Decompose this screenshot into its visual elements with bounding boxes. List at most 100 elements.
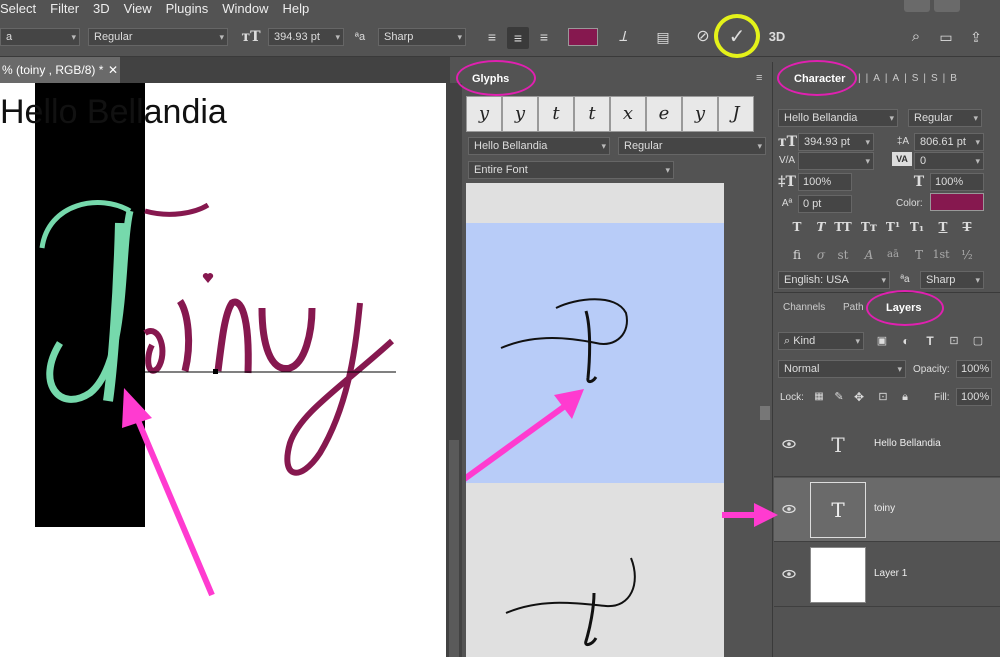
lock-position-icon[interactable]: ✥ (852, 388, 866, 406)
char-color-swatch[interactable] (930, 193, 984, 211)
type-filter-icon[interactable]: T (922, 332, 938, 350)
faux-italic-button[interactable]: T (812, 218, 830, 236)
text-color-swatch[interactable] (568, 28, 598, 46)
eye-icon[interactable] (782, 567, 796, 581)
char-style-dropdown[interactable]: Regular ▾ (908, 109, 982, 127)
eye-icon[interactable] (782, 502, 796, 516)
lock-transparent-icon[interactable]: ▦ (812, 388, 826, 406)
char-vscale-field[interactable]: 100% (798, 173, 852, 191)
font-family-dropdown[interactable]: a ▾ (0, 28, 80, 46)
strikethrough-button[interactable]: T (958, 218, 976, 236)
tab-paths[interactable]: Path (843, 297, 864, 319)
blend-mode-dropdown[interactable]: Normal ▾ (778, 360, 906, 378)
swash-button[interactable]: A (860, 246, 878, 264)
glyph-cell[interactable]: y (682, 96, 718, 132)
layer-name[interactable]: Hello Bellandia (874, 438, 941, 449)
leading-icon: ‡A (896, 136, 910, 147)
search-icon[interactable]: ⌕ (906, 28, 926, 46)
char-font-dropdown[interactable]: Hello Bellandia ▾ (778, 109, 898, 127)
letter-n (214, 298, 252, 374)
char-baseline-field[interactable]: 0 pt (798, 195, 852, 213)
char-size-field[interactable]: 394.93 pt ▾ (798, 133, 874, 151)
panel-scroll-up[interactable] (760, 406, 770, 420)
stylistic-alternates-button[interactable]: aā (884, 246, 902, 264)
share-icon[interactable]: ⇪ (966, 28, 986, 46)
glyph-cell[interactable]: J (718, 96, 754, 132)
char-kerning-field[interactable]: ▾ (798, 152, 874, 170)
char-leading-field[interactable]: 806.61 pt ▾ (914, 133, 984, 151)
layer-row[interactable]: T Hello Bellandia (774, 413, 1000, 477)
menu-window[interactable]: Window (222, 1, 268, 16)
menu-view[interactable]: View (124, 1, 152, 16)
superscript-button[interactable]: T¹ (884, 218, 902, 236)
language-dropdown[interactable]: English: USA ▾ (778, 271, 890, 289)
tab-channels[interactable]: Channels (783, 297, 825, 319)
align-center-icon[interactable]: ≡ (507, 27, 529, 49)
close-icon[interactable]: ✕ (108, 57, 118, 83)
lock-pixels-icon[interactable]: ✎ (832, 388, 846, 406)
document-canvas[interactable]: Hello Bellandia (0, 83, 446, 657)
smart-object-filter-icon[interactable]: ▢ (970, 332, 986, 350)
underline-button[interactable]: T (934, 218, 952, 236)
glyph-cell[interactable]: t (538, 96, 574, 132)
menu-help[interactable]: Help (283, 1, 310, 16)
menu-select[interactable]: Select (0, 1, 36, 16)
3d-button[interactable]: 3D (766, 28, 788, 46)
glyph-cell[interactable]: x (610, 96, 646, 132)
layer-name[interactable]: toiny (874, 503, 895, 514)
menu-3d[interactable]: 3D (93, 1, 110, 16)
align-left-icon[interactable]: ≡ (482, 28, 502, 46)
glyph-cell[interactable]: y (466, 96, 502, 132)
align-right-icon[interactable]: ≡ (534, 28, 554, 46)
glyph-font-dropdown[interactable]: Hello Bellandia ▾ (468, 137, 610, 155)
menu-filter[interactable]: Filter (50, 1, 79, 16)
char-hscale-field[interactable]: 100% (930, 173, 984, 191)
lock-artboard-icon[interactable]: ⊡ (876, 388, 890, 406)
menu-plugins[interactable]: Plugins (166, 1, 209, 16)
char-tracking-field[interactable]: 0 ▾ (914, 152, 984, 170)
fractions-button[interactable]: ½ (958, 246, 976, 264)
minimize-button[interactable] (904, 0, 930, 12)
glyph-cell[interactable]: y (502, 96, 538, 132)
font-size-dropdown[interactable]: 394.93 pt ▾ (268, 28, 344, 46)
ligatures-button[interactable]: fi (788, 246, 806, 264)
panel-menu-icon[interactable]: ≡ (756, 72, 762, 84)
lock-all-icon[interactable]: 🔒︎ (898, 388, 912, 406)
old-style-button[interactable]: σ (812, 246, 830, 264)
maximize-button[interactable] (934, 0, 960, 12)
titling-alternates-button[interactable]: T (910, 246, 928, 264)
toggle-panels-icon[interactable]: ▤ (652, 28, 674, 46)
selected-glyph-highlight[interactable] (466, 223, 724, 483)
image-filter-icon[interactable]: ▣ (874, 332, 890, 350)
glyph-filter-dropdown[interactable]: Entire Font ▾ (468, 161, 674, 179)
shape-filter-icon[interactable]: ⊡ (946, 332, 962, 350)
adjustment-filter-icon[interactable]: ◐ (898, 332, 914, 350)
cancel-icon[interactable]: ⊘ (692, 28, 714, 46)
discretionary-ligatures-button[interactable]: st (834, 246, 852, 264)
all-caps-button[interactable]: TT (834, 218, 852, 236)
ordinals-button[interactable]: 1st (932, 246, 950, 264)
char-aa-dropdown[interactable]: Sharp ▾ (920, 271, 984, 289)
opacity-field[interactable]: 100% (956, 360, 992, 378)
antialias-dropdown[interactable]: Sharp ▾ (378, 28, 466, 46)
eye-icon[interactable] (782, 437, 796, 451)
subscript-button[interactable]: T₁ (908, 218, 926, 236)
font-style-dropdown[interactable]: Regular ▾ (88, 28, 228, 46)
layer-row-selected[interactable]: T toiny (774, 478, 1000, 542)
highlight-ellipse-layers (866, 290, 944, 326)
scrollbar-thumb[interactable] (449, 440, 459, 657)
paragraph-tabs[interactable]: ||A|A|S|S|B (858, 68, 962, 90)
layer-row[interactable]: Layer 1 (774, 543, 1000, 607)
document-tab[interactable]: % (toiny , RGB/8) * ✕ (0, 57, 120, 83)
glyph-cell[interactable]: e (646, 96, 682, 132)
fill-field[interactable]: 100% (956, 388, 992, 406)
glyph-cell[interactable]: t (574, 96, 610, 132)
layer-name[interactable]: Layer 1 (874, 568, 907, 579)
chevron-down-icon: ▾ (889, 113, 894, 123)
small-caps-button[interactable]: Tт (860, 218, 878, 236)
layer-kind-filter[interactable]: ⌕ Kind ▾ (778, 332, 864, 350)
glyph-style-dropdown[interactable]: Regular ▾ (618, 137, 766, 155)
warp-text-icon[interactable]: Ʇ (612, 28, 634, 46)
workspace-icon[interactable]: ▭ (936, 28, 956, 46)
faux-bold-button[interactable]: T (788, 218, 806, 236)
